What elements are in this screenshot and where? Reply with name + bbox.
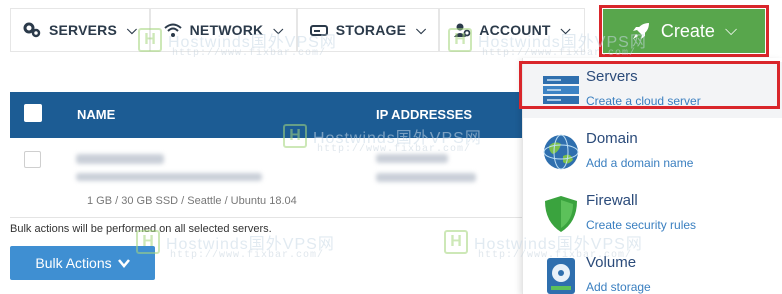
- nav-storage[interactable]: STORAGE ⌵: [297, 8, 439, 52]
- table-row[interactable]: 1 GB / 30 GB SSD / Seattle / Ubuntu 18.0…: [10, 138, 522, 218]
- menu-item-title: Volume: [586, 254, 637, 271]
- gears-icon: [23, 22, 41, 38]
- row-checkbox[interactable]: [24, 151, 41, 168]
- nav-network[interactable]: NETWORK ⌵: [150, 8, 297, 52]
- menu-item-domain[interactable]: Domain Add a domain name: [523, 124, 782, 180]
- server-specs: 1 GB / 30 GB SSD / Seattle / Ubuntu 18.0…: [87, 195, 297, 207]
- menu-item-subtitle: Add a domain name: [586, 156, 694, 170]
- chevron-down-icon: ⌵: [560, 22, 571, 37]
- chevron-down-icon: ⌵: [416, 22, 427, 37]
- redacted-ip-1: [376, 154, 448, 163]
- redacted-server-name: [76, 154, 164, 164]
- table-header: NAME IP ADDRESSES: [10, 92, 522, 138]
- menu-item-title: Domain: [586, 130, 638, 147]
- hdd-icon: [309, 25, 328, 36]
- chevron-down-icon: ⌵: [127, 22, 138, 37]
- rocket-icon: [632, 23, 649, 39]
- nav-storage-label: STORAGE: [335, 22, 407, 38]
- column-header-name: NAME: [77, 107, 116, 122]
- bulk-actions-button[interactable]: Bulk Actions: [10, 246, 155, 280]
- shield-icon: [545, 196, 577, 232]
- menu-item-firewall[interactable]: Firewall Create security rules: [523, 186, 782, 242]
- redacted-ip-2: [376, 173, 476, 182]
- nav-network-label: NETWORK: [189, 22, 264, 38]
- nav-account-label: ACCOUNT: [479, 22, 551, 38]
- create-button[interactable]: Create ⌵: [603, 9, 765, 53]
- watermark-url: http://www.fixbar.com/: [170, 250, 325, 261]
- nav-account[interactable]: ACCOUNT ⌵: [439, 8, 585, 52]
- top-navigation: SERVERS ⌵ NETWORK ⌵ STORAGE ⌵ ACCOUNT ⌵: [0, 0, 782, 60]
- disk-icon: [547, 258, 575, 294]
- chevron-down-icon: ⌵: [724, 22, 738, 39]
- select-all-checkbox[interactable]: [24, 104, 42, 122]
- servers-highlight-box: [519, 61, 780, 109]
- bulk-actions-label: Bulk Actions: [35, 255, 112, 271]
- create-button-label: Create: [660, 20, 715, 41]
- bulk-actions-note: Bulk actions will be performed on all se…: [10, 223, 272, 235]
- menu-item-volume[interactable]: Volume Add storage: [523, 248, 782, 294]
- redacted-server-hostname: [76, 173, 262, 181]
- chevron-down-icon: ⌵: [273, 22, 284, 37]
- nav-servers-label: SERVERS: [48, 22, 117, 38]
- wifi-icon: [163, 23, 182, 37]
- nav-servers[interactable]: SERVERS ⌵: [10, 8, 150, 52]
- watermark-badge: H: [444, 230, 468, 254]
- globe-icon: [543, 134, 579, 170]
- chevron-down-icon: [117, 259, 130, 268]
- menu-item-title: Firewall: [586, 192, 638, 209]
- menu-item-subtitle: Add storage: [586, 280, 651, 294]
- menu-item-subtitle: Create security rules: [586, 218, 697, 232]
- column-header-ip: IP ADDRESSES: [376, 107, 473, 122]
- user-gear-icon: [454, 23, 471, 37]
